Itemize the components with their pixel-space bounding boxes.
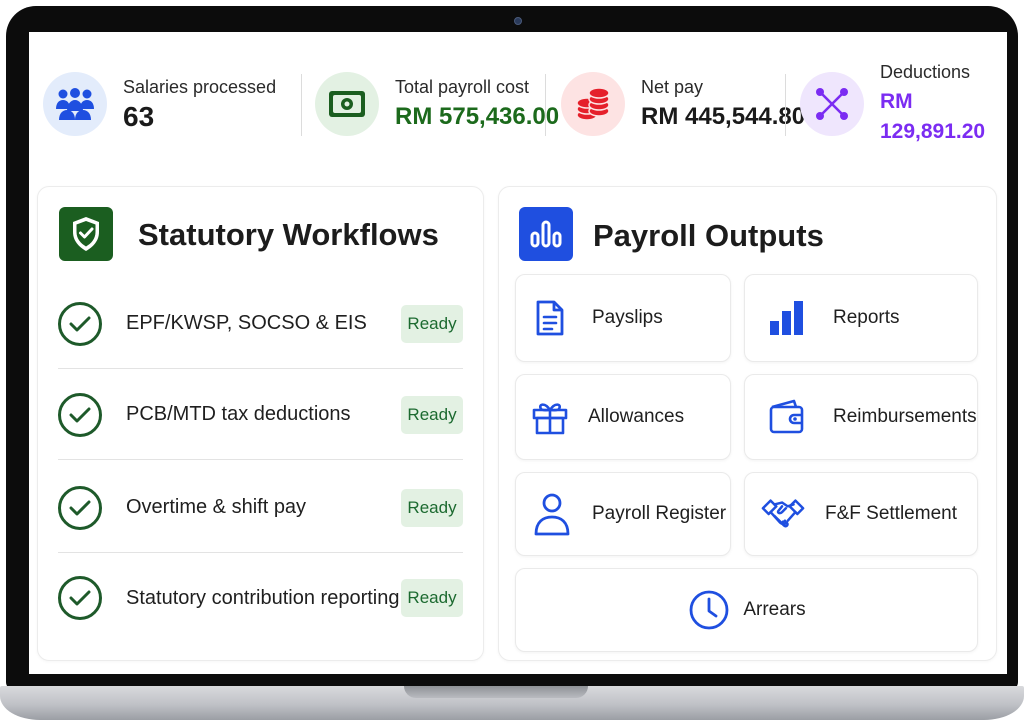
workflow-label: PCB/MTD tax deductions xyxy=(126,403,351,425)
document-icon xyxy=(528,296,572,340)
stat-salaries-processed: Salaries processed 63 xyxy=(43,68,276,140)
tile-label: Reports xyxy=(833,307,900,328)
workflow-label: EPF/KWSP, SOCSO & EIS xyxy=(126,312,367,334)
tile-payslips[interactable]: Payslips xyxy=(515,274,731,362)
stat-value: RM 445,544.80 xyxy=(641,103,806,130)
people-icon xyxy=(43,72,107,136)
camera-icon xyxy=(514,17,522,25)
clock-icon xyxy=(687,588,731,632)
stats-row: Salaries processed 63 Total payroll cost xyxy=(29,32,1007,172)
stat-deductions: Deductions RM 129,891.20 xyxy=(800,62,1007,143)
tile-payroll-register[interactable]: Payroll Register xyxy=(515,472,731,556)
stat-label: Salaries processed xyxy=(123,77,277,97)
screen: Salaries processed 63 Total payroll cost xyxy=(29,32,1007,674)
stat-value: RM 129,891.20 xyxy=(880,90,986,143)
stat-divider xyxy=(301,74,302,136)
tile-label: Allowances xyxy=(588,406,685,427)
tile-label: F&F Settlement xyxy=(825,503,957,524)
card-title: Statutory Workflows xyxy=(138,217,439,252)
workflow-item-reporting[interactable]: Statutory contribution reporting Ready xyxy=(58,553,463,643)
check-icon xyxy=(58,301,102,346)
status-badge: Ready xyxy=(401,395,463,434)
tile-allowances[interactable]: Allowances xyxy=(515,374,731,460)
wallet-icon xyxy=(765,395,809,439)
stat-value: 63 xyxy=(123,101,155,132)
tile-reports[interactable]: Reports xyxy=(744,274,978,362)
status-badge: Ready xyxy=(401,304,463,343)
handshake-icon xyxy=(761,492,805,536)
tile-label: Reimbursements xyxy=(833,406,977,427)
tile-label: Arrears xyxy=(743,599,806,620)
tile-label: Payroll Register xyxy=(592,503,727,524)
tile-reimbursements[interactable]: Reimbursements xyxy=(744,374,978,460)
stat-value: RM 575,436.00 xyxy=(395,103,560,130)
laptop-bezel: Salaries processed 63 Total payroll cost xyxy=(6,6,1018,690)
check-icon xyxy=(58,392,102,437)
card-title: Payroll Outputs xyxy=(593,218,824,253)
workflow-label: Overtime & shift pay xyxy=(126,496,307,518)
cash-icon xyxy=(315,72,379,136)
stat-label: Net pay xyxy=(641,77,704,97)
status-badge: Ready xyxy=(401,488,463,527)
status-badge: Ready xyxy=(401,579,463,617)
gift-icon xyxy=(528,395,572,439)
statutory-workflows-card: Statutory Workflows EPF/KWSP, SOCSO & EI… xyxy=(37,186,484,661)
tile-ff-settlement[interactable]: F&F Settlement xyxy=(744,472,978,556)
tile-arrears[interactable]: Arrears xyxy=(515,568,978,652)
shield-icon xyxy=(59,207,113,261)
stat-net-pay: Net pay RM 445,544.80 xyxy=(561,68,805,140)
workflow-item-overtime[interactable]: Overtime & shift pay Ready xyxy=(58,463,463,553)
laptop-notch xyxy=(404,686,588,698)
check-icon xyxy=(58,485,102,530)
workflow-item-epf[interactable]: EPF/KWSP, SOCSO & EIS Ready xyxy=(58,279,463,369)
workflow-label: Statutory contribution reporting xyxy=(126,586,400,609)
check-icon xyxy=(58,576,102,620)
stat-label: Total payroll cost xyxy=(395,77,530,97)
user-icon xyxy=(530,492,574,536)
coins-icon xyxy=(561,72,625,136)
tile-label: Payslips xyxy=(592,307,663,328)
stat-label: Deductions xyxy=(880,62,971,82)
payroll-outputs-card: Payroll Outputs Payslips Reports Allowan… xyxy=(498,186,997,661)
deductions-icon xyxy=(800,72,864,136)
chart-icon xyxy=(519,207,573,261)
stat-total-payroll-cost: Total payroll cost RM 575,436.00 xyxy=(315,68,559,140)
stat-divider xyxy=(545,74,546,136)
bar-chart-icon xyxy=(765,296,809,340)
workflow-item-pcb[interactable]: PCB/MTD tax deductions Ready xyxy=(58,370,463,460)
stat-divider xyxy=(785,74,786,136)
